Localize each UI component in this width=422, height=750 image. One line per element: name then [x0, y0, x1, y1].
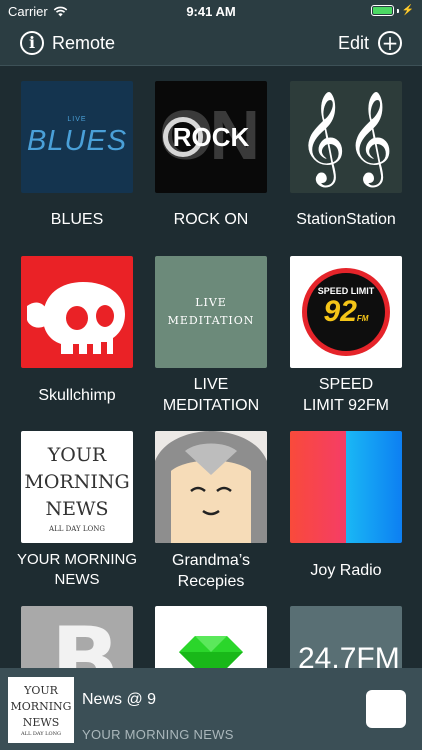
station-tile-joy-radio[interactable]: Joy Radio: [290, 431, 402, 579]
grandma-face-icon: [155, 431, 267, 543]
station-name: LIVE MEDITATION: [162, 376, 260, 414]
station-name: BLUES: [50, 211, 104, 228]
skull-icon: [27, 282, 125, 354]
now-playing-bar[interactable]: YOUR MORNING NEWS ALL DAY LONG News @ 9 …: [0, 668, 422, 750]
station-artwork: YOUR MORNING NEWS ALL DAY LONG: [21, 431, 133, 543]
station-name: StationStation: [296, 211, 396, 228]
station-artwork: LIVE BLUES: [21, 81, 133, 193]
now-playing-subtitle: YOUR MORNING NEWS: [82, 727, 234, 742]
edit-label: Edit: [337, 32, 369, 53]
station-artwork: [290, 431, 402, 543]
station-artwork: ON ROCK: [155, 81, 267, 193]
station-grid: LIVE BLUES BLUES ON ROCK ROCK ON 𝄞𝄞 Stat…: [0, 66, 422, 668]
station-tile-stationstation[interactable]: 𝄞𝄞 StationStation: [290, 81, 402, 228]
play-stop-button[interactable]: [366, 690, 406, 728]
station-name: Grandma’s Recepies: [172, 552, 250, 590]
station-tile-b[interactable]: B: [21, 606, 133, 668]
station-artwork: [155, 606, 267, 668]
edit-button[interactable]: Edit +: [338, 31, 402, 55]
station-name: SPEED LIMIT 92FM: [303, 376, 389, 414]
station-tile-gem[interactable]: [155, 606, 267, 668]
station-artwork: [155, 431, 267, 543]
battery-icon: [370, 5, 394, 16]
station-tile-speed-limit[interactable]: SPEED LIMIT 92FM SPEED LIMIT 92FM: [290, 256, 402, 414]
info-icon: i: [20, 31, 44, 55]
station-artwork: 𝄞𝄞: [290, 81, 402, 193]
station-artwork: SPEED LIMIT 92FM: [290, 256, 402, 368]
station-tile-grandmas-recepies[interactable]: Grandma’s Recepies: [155, 431, 267, 590]
add-icon[interactable]: +: [378, 31, 402, 55]
station-tile-skullchimp[interactable]: Skullchimp: [21, 256, 133, 404]
station-tile-blues[interactable]: LIVE BLUES BLUES: [21, 81, 133, 228]
station-tile-rock-on[interactable]: ON ROCK ROCK ON: [155, 81, 267, 228]
nav-bar: i Remote Edit +: [0, 22, 422, 66]
treble-clef-icon: 𝄞𝄞: [298, 90, 394, 183]
clock: 9:41 AM: [186, 4, 236, 19]
station-artwork: LIVE MEDITATION: [155, 256, 267, 368]
station-artwork: 24.7FM: [290, 606, 402, 668]
station-artwork: B: [21, 606, 133, 668]
speed-limit-sign-icon: SPEED LIMIT 92FM: [302, 268, 390, 356]
gem-icon: [179, 636, 243, 668]
status-bar: Carrier 9:41 AM ⚡: [0, 0, 422, 22]
remote-button[interactable]: i Remote: [20, 31, 115, 55]
station-name: Skullchimp: [38, 387, 116, 404]
now-playing-artwork: YOUR MORNING NEWS ALL DAY LONG: [8, 677, 74, 743]
station-name: YOUR MORNING NEWS: [17, 551, 137, 588]
station-tile-live-meditation[interactable]: LIVE MEDITATION LIVE MEDITATION: [155, 256, 267, 414]
station-name: ROCK ON: [173, 211, 249, 228]
station-artwork: [21, 256, 133, 368]
station-tile-24-7fm[interactable]: 24.7FM: [290, 606, 402, 668]
now-playing-title: News @ 9: [82, 691, 157, 708]
charging-icon: ⚡: [401, 5, 414, 16]
station-name: Joy Radio: [310, 562, 382, 579]
nav-title: Remote: [52, 32, 116, 53]
battery-indicator: ⚡: [370, 5, 414, 16]
station-tile-your-morning-news[interactable]: YOUR MORNING NEWS ALL DAY LONG YOUR MORN…: [17, 431, 137, 588]
